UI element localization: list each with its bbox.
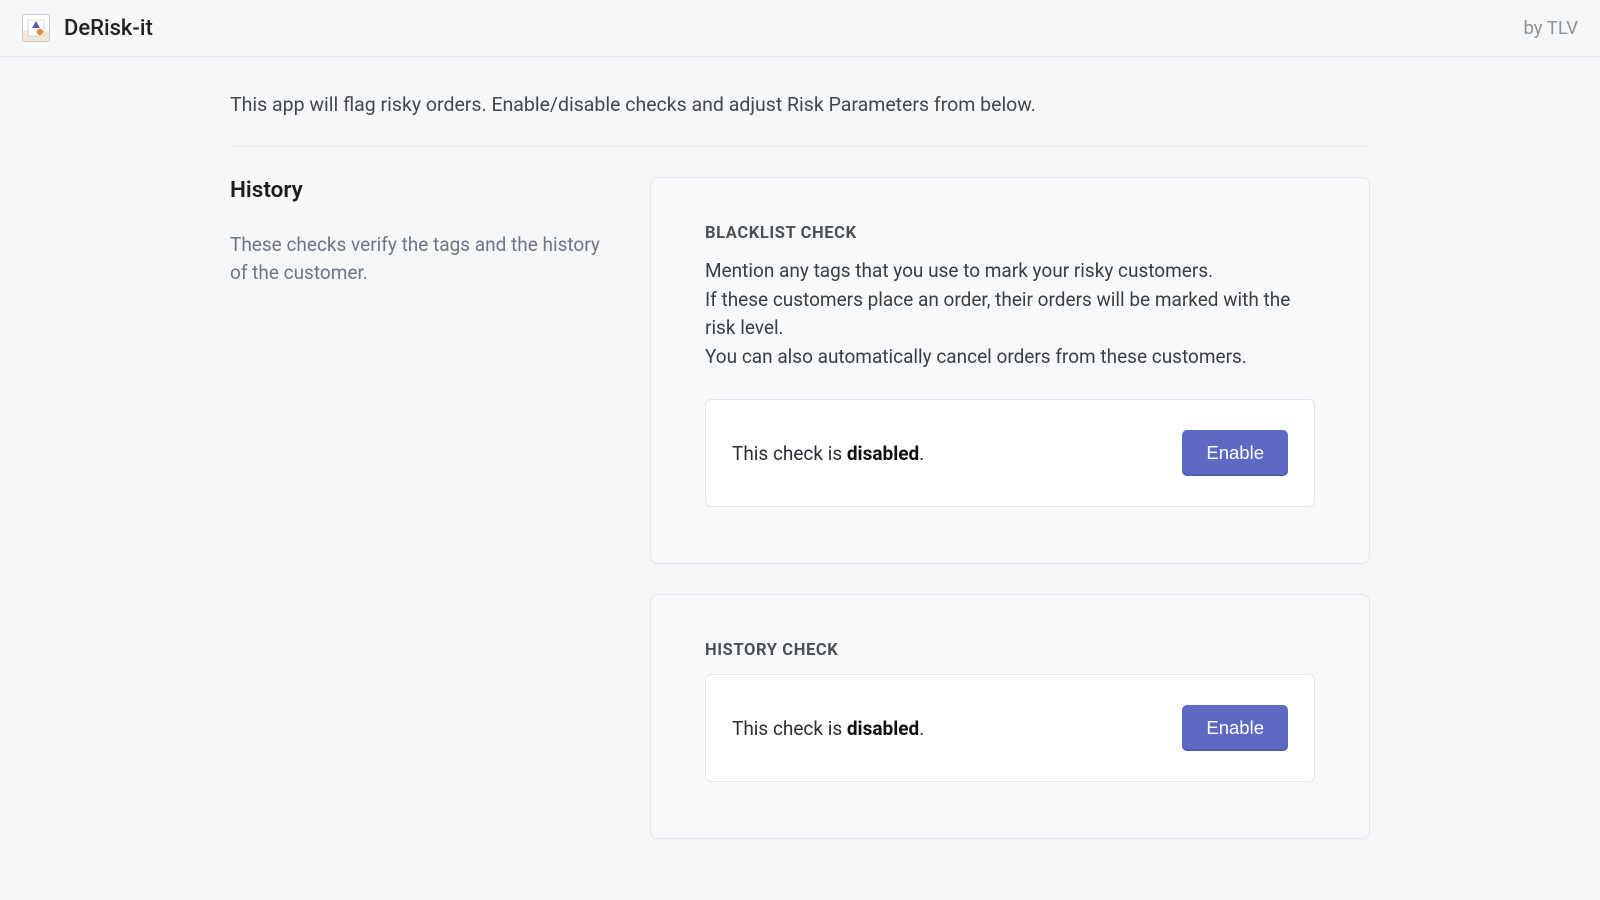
status-suffix: . bbox=[919, 442, 924, 465]
enable-button[interactable]: Enable bbox=[1182, 430, 1288, 476]
status-text: This check is disabled. bbox=[732, 442, 924, 465]
intro-text: This app will flag risky orders. Enable/… bbox=[230, 87, 1370, 147]
app-title: DeRisk-it bbox=[64, 16, 153, 41]
history-check-card: HISTORY CHECK This check is disabled. En… bbox=[650, 594, 1370, 839]
card-desc-line: You can also automatically cancel orders… bbox=[705, 345, 1247, 368]
status-state: disabled bbox=[847, 717, 919, 740]
status-state: disabled bbox=[847, 442, 919, 465]
blacklist-check-card: BLACKLIST CHECK Mention any tags that yo… bbox=[650, 177, 1370, 564]
cards-column: BLACKLIST CHECK Mention any tags that yo… bbox=[650, 177, 1370, 839]
section-title: History bbox=[230, 177, 610, 203]
main-content: This app will flag risky orders. Enable/… bbox=[150, 57, 1450, 839]
card-title: BLACKLIST CHECK bbox=[705, 224, 1315, 243]
header-left: DeRisk-it bbox=[22, 14, 153, 42]
status-text: This check is disabled. bbox=[732, 717, 924, 740]
card-description: Mention any tags that you use to mark yo… bbox=[705, 257, 1315, 371]
section-side: History These checks verify the tags and… bbox=[230, 177, 610, 839]
card-desc-line: If these customers place an order, their… bbox=[705, 288, 1290, 340]
status-suffix: . bbox=[919, 717, 924, 740]
app-header: DeRisk-it by TLV bbox=[0, 0, 1600, 57]
status-prefix: This check is bbox=[732, 442, 847, 465]
card-desc-line: Mention any tags that you use to mark yo… bbox=[705, 259, 1213, 282]
status-prefix: This check is bbox=[732, 717, 847, 740]
vendor-label: by TLV bbox=[1524, 17, 1578, 39]
status-box: This check is disabled. Enable bbox=[705, 399, 1315, 507]
history-section: History These checks verify the tags and… bbox=[230, 147, 1370, 839]
section-description: These checks verify the tags and the his… bbox=[230, 231, 610, 286]
app-logo-icon bbox=[22, 14, 50, 42]
enable-button[interactable]: Enable bbox=[1182, 705, 1288, 751]
card-title: HISTORY CHECK bbox=[705, 641, 1315, 660]
status-box: This check is disabled. Enable bbox=[705, 674, 1315, 782]
